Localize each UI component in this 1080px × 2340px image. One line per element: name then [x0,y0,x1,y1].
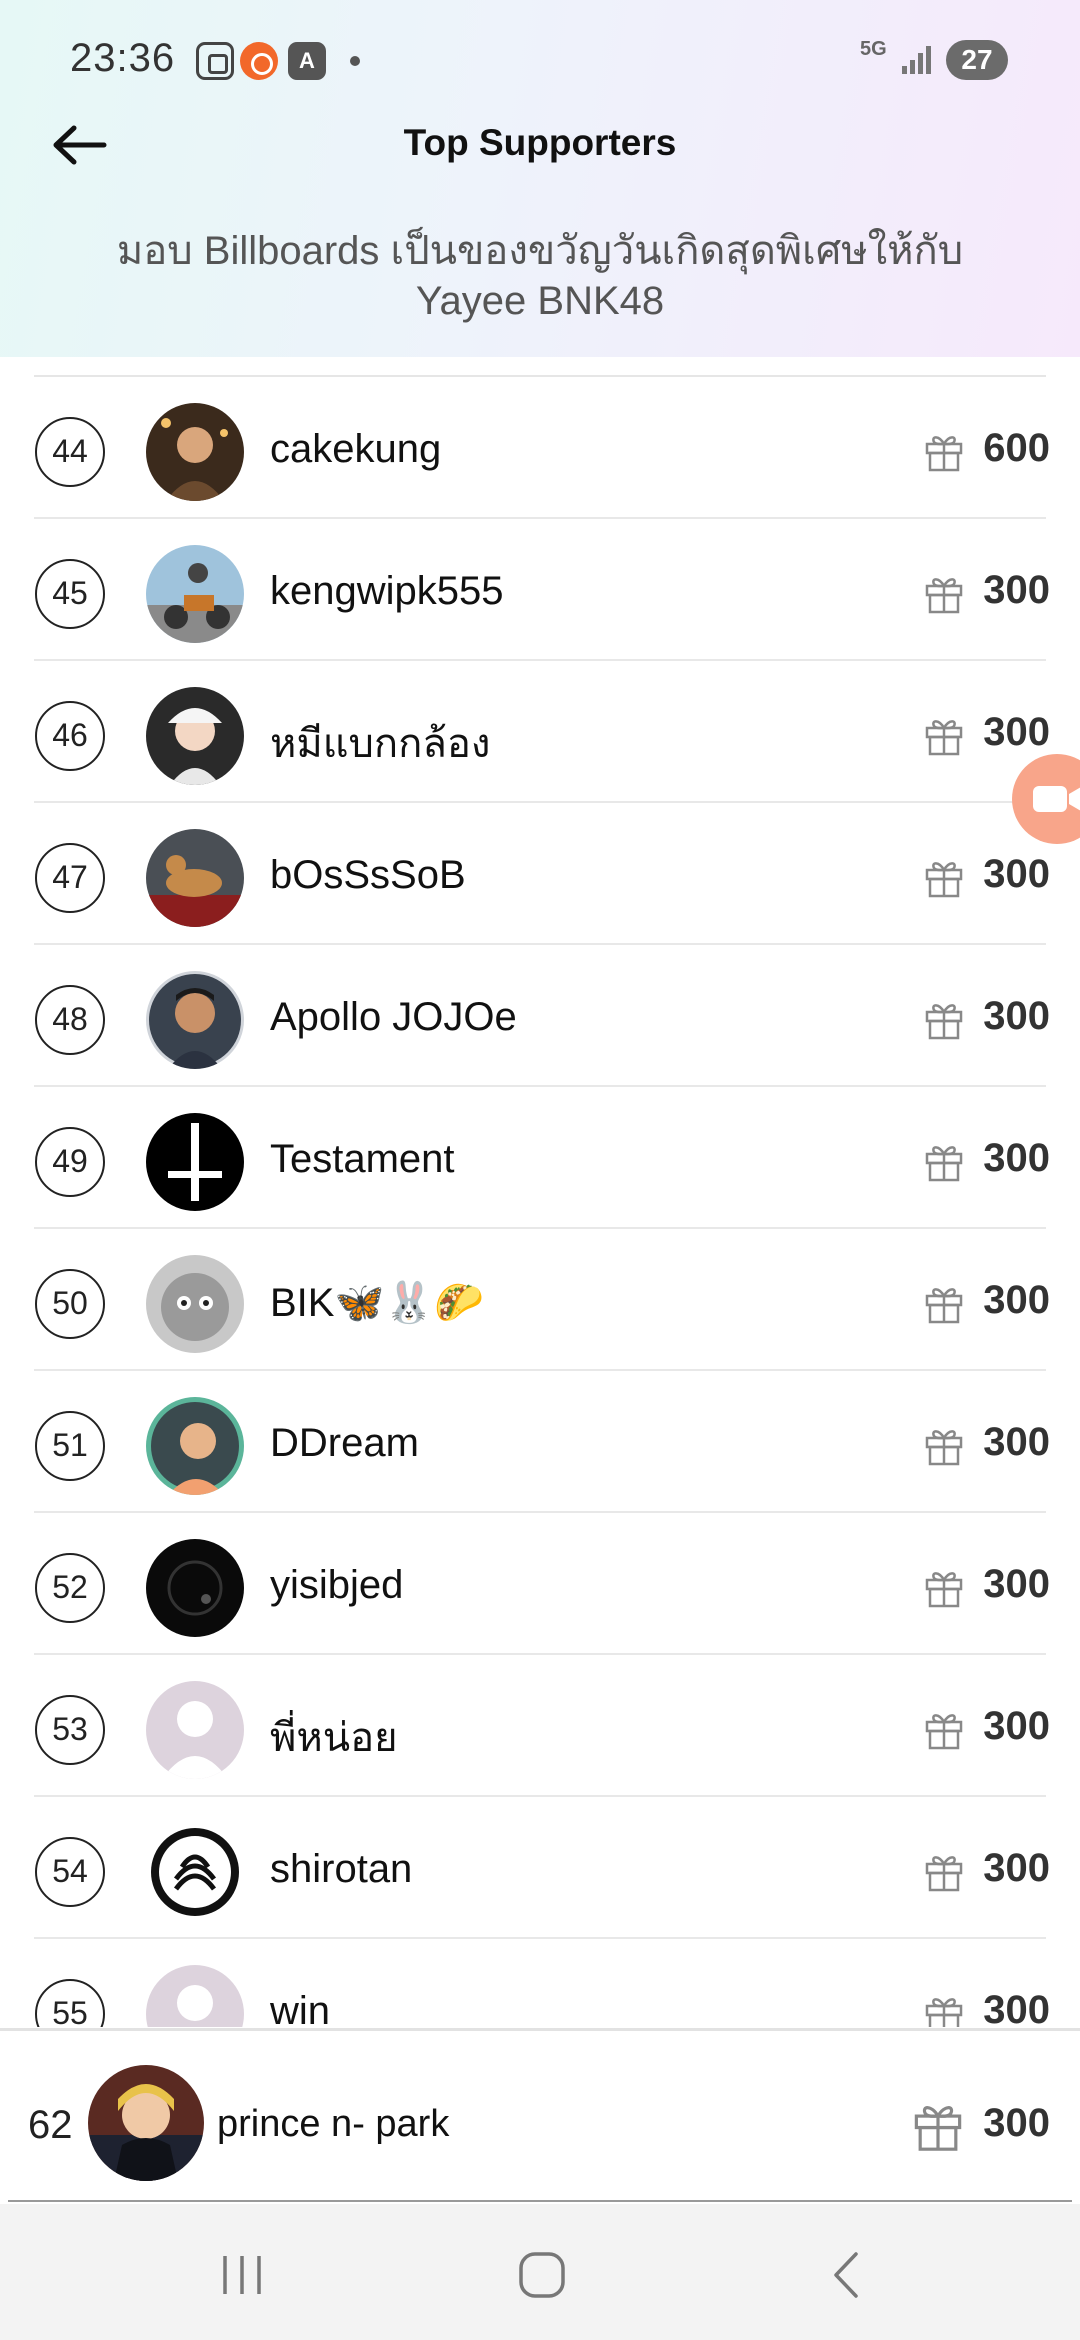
rank-badge: 53 [35,1695,105,1765]
supporter-name: kengwipk555 [270,569,504,613]
current-user-name: prince n- park [217,2103,450,2145]
gift-icon [925,1998,963,2027]
avatar[interactable] [146,1113,244,1211]
gift-amount: 300 [983,568,1050,612]
current-user-row[interactable]: 62 prince n- park 300 [0,2028,1080,2202]
gift-icon [925,578,963,614]
supporter-name: พี่หน่อย [270,1716,398,1760]
gift-amount: 300 [983,1136,1050,1180]
home-button[interactable] [502,2240,582,2310]
avatar[interactable] [146,545,244,643]
gift-icon [925,862,963,898]
supporter-row[interactable]: 55 win 300 [0,1939,1080,2027]
rank-badge: 45 [35,559,105,629]
supporter-row[interactable]: 48 Apollo JOJOe 300 [0,945,1080,1087]
back-nav-button[interactable] [806,2240,886,2310]
gift-amount: 600 [983,426,1050,470]
supporter-name: หมีแบกกล้อง [270,722,491,766]
gift-icon [925,1004,963,1040]
supporter-row[interactable]: 44 cakekung 600 [0,377,1080,519]
gift-amount: 300 [983,1562,1050,1606]
gift-icon [925,1430,963,1466]
supporter-row[interactable]: 51 DDream 300 [0,1371,1080,1513]
page-subtitle: มอบ Billboards เป็นของขวัญวันเกิดสุดพิเศ… [116,229,964,323]
gift-amount: 300 [983,994,1050,1038]
gift-icon [925,1572,963,1608]
supporter-name: DDream [270,1421,419,1465]
supporter-name: yisibjed [270,1563,404,1607]
rank-badge: 50 [35,1269,105,1339]
rank-badge: 52 [35,1553,105,1623]
notification-dot-icon [350,56,360,66]
supporter-name: cakekung [270,427,442,471]
avatar[interactable] [146,971,244,1069]
supporter-name: shirotan [270,1847,413,1891]
rank-badge: 44 [35,417,105,487]
divider [8,2200,1072,2202]
supporter-row[interactable]: 47 bOsSsSoB 300 [0,803,1080,945]
gift-icon [914,2106,962,2151]
supporter-name: bOsSsSoB [270,853,466,897]
rank-badge: 54 [35,1837,105,1907]
gift-amount: 300 [983,852,1050,896]
avatar[interactable] [146,1539,244,1637]
rank-badge: 51 [35,1411,105,1481]
ai-icon: A [288,42,326,80]
gift-icon [925,1288,963,1324]
battery-icon: 27 [946,40,1008,80]
supporter-row[interactable]: 50 BIK🦋🐰🌮 300 [0,1229,1080,1371]
supporter-name: BIK🦋🐰🌮 [270,1281,484,1325]
home-icon [519,2252,565,2298]
gift-icon [925,1714,963,1750]
gift-amount: 300 [983,710,1050,754]
avatar[interactable] [146,1397,244,1495]
supporter-name: Apollo JOJOe [270,995,517,1039]
supporter-row[interactable]: 52 yisibjed 300 [0,1513,1080,1655]
gift-amount: 300 [983,1988,1050,2027]
current-user-rank: 62 [28,2103,73,2147]
avatar[interactable] [146,1255,244,1353]
back-icon [834,2252,858,2298]
rank-badge: 48 [35,985,105,1055]
recent-apps-icon [223,2256,261,2294]
supporter-row[interactable]: 54 shirotan 300 [0,1797,1080,1939]
gift-icon [925,1856,963,1892]
system-navigation-bar [0,2204,1080,2340]
status-bar: 23:36 A 5G 27 [0,0,1080,120]
status-time: 23:36 [70,36,176,80]
gift-amount: 300 [983,1420,1050,1464]
supporter-name: Testament [270,1137,455,1181]
gift-amount: 300 [983,1278,1050,1322]
supporter-row[interactable]: 45 kengwipk555 300 [0,519,1080,661]
video-camera-icon [1033,786,1080,812]
gift-icon [925,1146,963,1182]
rank-badge: 49 [35,1127,105,1197]
avatar[interactable] [146,1681,244,1779]
rank-badge: 46 [35,701,105,771]
avatar[interactable] [146,403,244,501]
page-title: Top Supporters [403,122,677,163]
avatar[interactable] [146,1965,244,2027]
gift-amount: 300 [983,1704,1050,1748]
avatar[interactable] [146,829,244,927]
avatar[interactable] [146,687,244,785]
network-type: 5G [860,38,887,60]
signal-icon [902,44,934,74]
supporter-row[interactable]: 46 หมีแบกกล้อง 300 [0,661,1080,803]
current-user-amount: 300 [983,2101,1050,2145]
current-user-avatar [88,2065,204,2181]
avatar[interactable] [146,1823,244,1921]
gift-amount: 300 [983,1846,1050,1890]
supporters-list[interactable]: 44 cakekung 600 45 kengwipk555 300 46 หมีแบกกล้… [0,357,1080,2027]
supporter-row[interactable]: 49 Testament 300 [0,1087,1080,1229]
screen-recorder-icon [240,42,278,80]
rank-badge: 55 [35,1979,105,2027]
gift-icon [925,436,963,472]
gift-icon [925,720,963,756]
rank-badge: 47 [35,843,105,913]
screenshot-icon [196,42,234,80]
supporter-name: win [270,1989,331,2027]
supporter-row[interactable]: 53 พี่หน่อย 300 [0,1655,1080,1797]
recent-apps-button[interactable] [202,2240,282,2310]
